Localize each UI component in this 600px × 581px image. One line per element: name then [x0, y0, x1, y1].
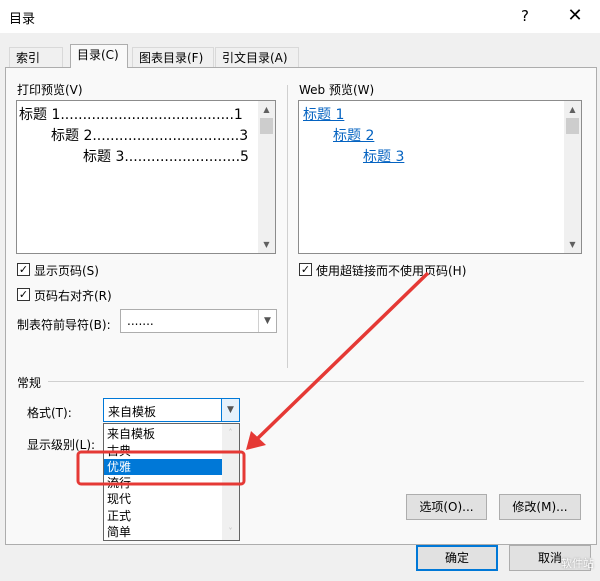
modify-button[interactable]: 修改(M)...: [499, 494, 581, 520]
format-option-formal[interactable]: 正式: [104, 508, 223, 524]
right-align-label[interactable]: 页码右对齐(R): [34, 287, 112, 304]
close-button[interactable]: ✕: [560, 4, 590, 28]
print-preview-box[interactable]: 标题 1....................................…: [16, 100, 276, 254]
use-hyperlinks-checkbox[interactable]: ✓: [299, 263, 312, 276]
tab-leader-value: .......: [127, 314, 154, 328]
web-preview-label: Web 预览(W): [299, 83, 375, 97]
use-hyperlinks-label[interactable]: 使用超链接而不使用页码(H): [316, 262, 466, 279]
web-preview-box[interactable]: 标题 1 标题 2 标题 3 ▲ ▼: [298, 100, 582, 254]
options-button[interactable]: 选项(O)...: [406, 494, 487, 520]
format-option-popular[interactable]: 流行: [104, 475, 223, 491]
format-option-classic[interactable]: 古典: [104, 443, 223, 459]
general-group-label: 常规: [17, 376, 42, 390]
chevron-down-icon[interactable]: ▼: [221, 399, 239, 421]
scroll-down-icon[interactable]: ▼: [258, 236, 275, 253]
format-dropdown-list[interactable]: 来自模板 古典 优雅 流行 现代 正式 简单 ˄ ˅: [103, 423, 240, 541]
levels-label: 显示级别(L):: [27, 438, 96, 452]
tab-leader-combo[interactable]: ....... ▼: [120, 309, 277, 333]
web-preview-link-1[interactable]: 标题 1: [303, 104, 344, 124]
format-option-elegant[interactable]: 优雅: [104, 459, 223, 475]
print-preview-line-1: 标题 1....................................…: [19, 107, 243, 123]
tab-leader-label: 制表符前导符(B):: [17, 318, 111, 332]
scroll-thumb[interactable]: [260, 118, 273, 134]
format-value: 来自模板: [108, 405, 157, 419]
right-align-checkbox[interactable]: ✓: [17, 288, 30, 301]
dropdown-scrollbar[interactable]: ˄ ˅: [222, 424, 239, 540]
print-preview-scrollbar[interactable]: ▲ ▼: [258, 101, 275, 253]
web-preview-link-2[interactable]: 标题 2: [333, 125, 374, 145]
format-option-template[interactable]: 来自模板: [104, 426, 223, 442]
scroll-thumb[interactable]: [566, 118, 579, 134]
scroll-down-icon[interactable]: ▼: [564, 236, 581, 253]
scroll-down-icon[interactable]: ˅: [222, 523, 239, 540]
scroll-up-icon[interactable]: ˄: [222, 424, 239, 441]
show-page-numbers-label[interactable]: 显示页码(S): [34, 262, 99, 279]
tab-toc[interactable]: 目录(C): [70, 44, 128, 68]
format-option-simple[interactable]: 简单: [104, 524, 223, 540]
help-button[interactable]: ?: [512, 4, 538, 28]
watermark-logo: 软件站: [561, 557, 594, 570]
ok-button[interactable]: 确定: [416, 545, 498, 571]
column-divider: [287, 85, 288, 368]
print-preview-line-3: 标题 3..........................5: [83, 149, 249, 165]
dialog-title: 目录: [9, 12, 36, 27]
scroll-up-icon[interactable]: ▲: [258, 101, 275, 118]
web-preview-link-3[interactable]: 标题 3: [363, 146, 404, 166]
tab-table-of-authorities[interactable]: 引文目录(A): [215, 47, 299, 69]
format-combo[interactable]: 来自模板 ▼: [103, 398, 240, 422]
general-group-divider: [48, 381, 584, 382]
chevron-down-icon[interactable]: ▼: [258, 310, 276, 332]
tab-index[interactable]: 索引(X): [9, 47, 63, 85]
print-preview-label: 打印预览(V): [17, 83, 83, 97]
show-page-numbers-checkbox[interactable]: ✓: [17, 263, 30, 276]
print-preview-line-2: 标题 2.................................3: [51, 128, 249, 144]
format-option-modern[interactable]: 现代: [104, 491, 223, 507]
scroll-up-icon[interactable]: ▲: [564, 101, 581, 118]
format-label: 格式(T):: [27, 406, 72, 420]
title-bar: 目录 ? ✕: [0, 0, 600, 33]
tab-table-of-figures[interactable]: 图表目录(F): [132, 47, 214, 69]
web-preview-scrollbar[interactable]: ▲ ▼: [564, 101, 581, 253]
